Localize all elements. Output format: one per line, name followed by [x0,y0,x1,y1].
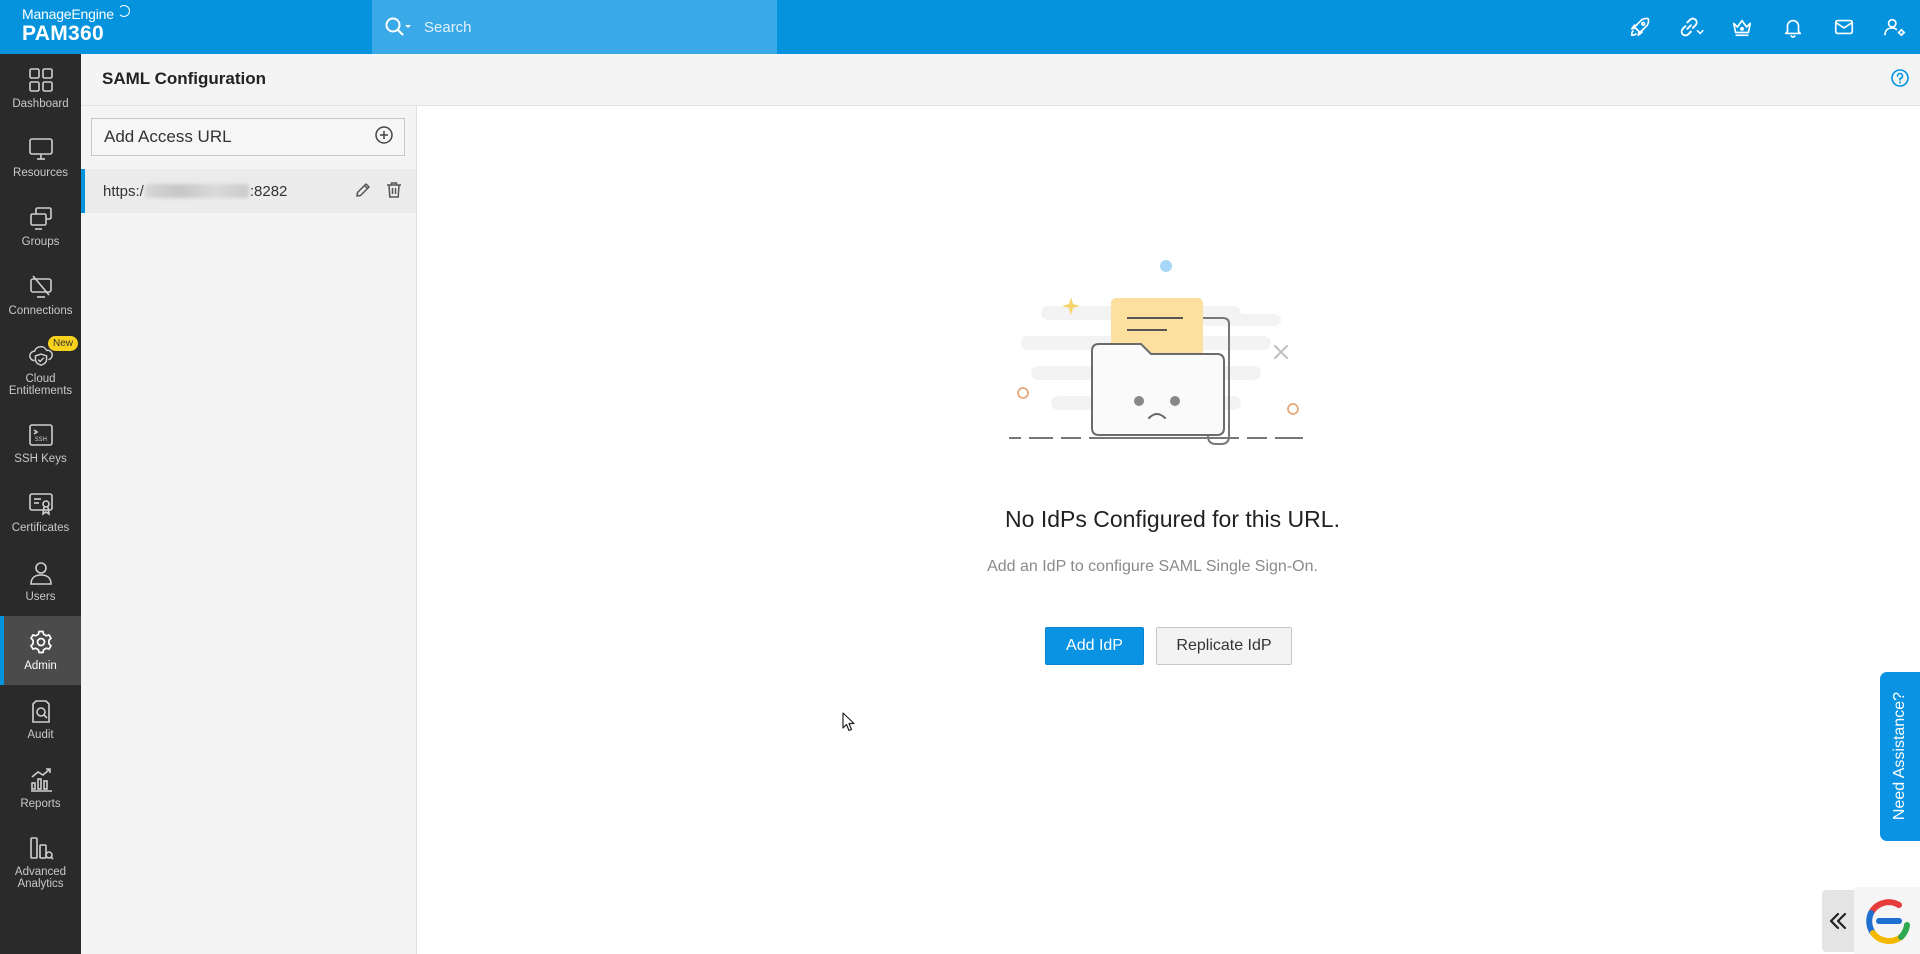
nav-item-connections[interactable]: Connections [0,261,81,330]
global-search [372,0,777,54]
nav-label-advanced-analytics: Advanced Analytics [14,866,67,890]
access-url-panel: Add Access URL https:/ :8282 [81,106,417,954]
collapse-double-chevron-icon[interactable] [1822,889,1854,952]
idp-empty-state: No IdPs Configured for this URL. Add an … [417,106,1920,954]
nav-label-connections: Connections [8,305,73,317]
redacted-host [144,184,249,198]
nav-label-resources: Resources [13,167,68,179]
brand-swirl-icon [118,5,130,17]
crown-icon[interactable] [1716,0,1767,54]
help-icon[interactable] [1890,68,1910,93]
nav-item-admin[interactable]: Admin [0,616,81,685]
nav-label-ssh-keys: SSH Keys [14,453,67,465]
nav-label-certificates: Certificates [11,522,70,534]
link-icon[interactable] [1665,0,1716,54]
empty-folder-illustration [1009,260,1303,445]
add-circle-icon [374,125,394,150]
dashboard-icon [28,67,54,93]
audit-icon [28,698,54,724]
assistant-logo-icon[interactable] [1854,887,1920,954]
search-icon[interactable] [384,16,418,38]
url-suffix: :8282 [249,182,288,200]
add-access-url-button[interactable]: Add Access URL [91,118,405,156]
assistant-widget [1822,887,1920,954]
rocket-icon[interactable] [1614,0,1665,54]
add-access-url-label: Add Access URL [104,127,232,146]
left-navigation: Dashboard Resources Groups Connections N… [0,54,81,954]
access-url-item[interactable]: https:/ :8282 [81,169,416,213]
empty-state-title: No IdPs Configured for this URL. [1005,506,1340,532]
search-input[interactable] [424,18,724,36]
url-prefix: https:/ [103,182,144,200]
brand-product: PAM360 [22,22,104,45]
analytics-icon [28,835,54,861]
nav-label-admin: Admin [24,660,57,672]
groups-icon [28,205,54,231]
nav-item-certificates[interactable]: Certificates [0,478,81,547]
nav-item-users[interactable]: Users [0,547,81,616]
user-icon [28,560,54,586]
need-assistance-tab[interactable]: Need Assistance? [1880,672,1920,841]
nav-label-cloud-entitlements: Cloud Entitlements [8,373,73,397]
nav-item-advanced-analytics[interactable]: Advanced Analytics [0,823,81,902]
page-header: SAML Configuration [81,54,1920,106]
nav-label-users: Users [25,591,56,603]
nav-item-resources[interactable]: Resources [0,123,81,192]
monitor-icon [28,136,54,162]
top-icon-bar [1614,0,1920,54]
nav-item-dashboard[interactable]: Dashboard [0,54,81,123]
certificate-icon [28,491,54,517]
url-row-actions [354,181,402,204]
nav-label-groups: Groups [21,236,60,248]
need-assistance-label: Need Assistance? [1891,692,1908,821]
access-url-text: https:/ :8282 [103,183,287,200]
nav-item-groups[interactable]: Groups [0,192,81,261]
connections-icon [28,274,54,300]
top-bar: ManageEngine PAM360 [0,0,1920,54]
replicate-idp-button[interactable]: Replicate IdP [1156,627,1292,665]
add-idp-button[interactable]: Add IdP [1045,627,1144,665]
ssh-icon: SSH [28,422,54,448]
page-title: SAML Configuration [102,69,266,88]
nav-item-cloud-entitlements[interactable]: New Cloud Entitlements [0,330,81,409]
svg-text:SSH: SSH [34,436,46,443]
empty-state-subtitle: Add an IdP to configure SAML Single Sign… [987,558,1318,575]
nav-label-reports: Reports [20,798,61,810]
gear-icon [28,629,54,655]
reports-icon [28,767,54,793]
nav-label-dashboard: Dashboard [12,98,69,110]
delete-trash-icon[interactable] [386,181,402,204]
new-badge: New [47,336,78,351]
brand-logo[interactable]: ManageEngine PAM360 [0,0,372,54]
mail-icon[interactable] [1818,0,1869,54]
mouse-cursor-icon [842,712,855,732]
nav-label-audit: Audit [27,729,54,741]
nav-item-reports[interactable]: Reports [0,754,81,823]
brand-company: ManageEngine [22,6,114,22]
nav-item-ssh-keys[interactable]: SSH SSH Keys [0,409,81,478]
nav-item-audit[interactable]: Audit [0,685,81,754]
user-settings-icon[interactable] [1869,0,1920,54]
bell-icon[interactable] [1767,0,1818,54]
edit-pencil-icon[interactable] [354,181,372,204]
